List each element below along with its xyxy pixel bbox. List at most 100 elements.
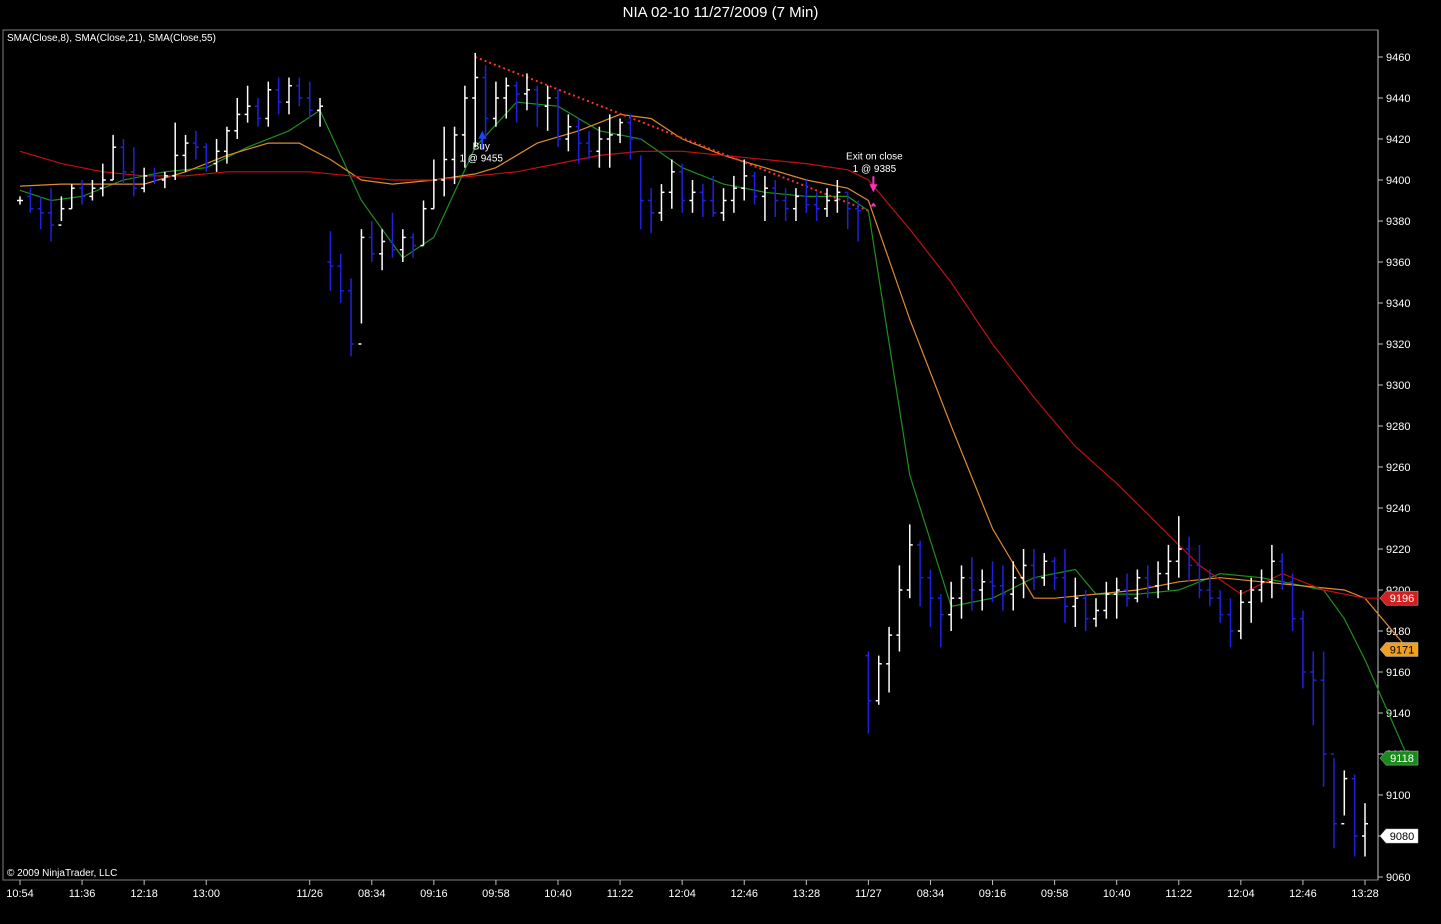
- ohlc-bar: [1010, 561, 1017, 611]
- x-tick-label: 11:22: [1165, 888, 1192, 900]
- price-marker: 9171: [1379, 642, 1419, 657]
- ohlc-bar: [689, 180, 696, 213]
- y-tick-label: 9160: [1386, 667, 1410, 679]
- y-tick-label: 9240: [1386, 503, 1410, 515]
- trade-annotation: Buy: [473, 141, 490, 152]
- ohlc-bar: [120, 139, 127, 185]
- exit-fill-icon: [870, 202, 877, 207]
- ohlc-bar: [751, 171, 758, 205]
- ohlc-bar: [1020, 549, 1027, 599]
- ohlc-bar: [637, 138, 644, 230]
- trade-annotation: Exit on close: [846, 152, 903, 163]
- price-marker: 9196: [1379, 590, 1419, 606]
- ohlc-bar: [792, 188, 799, 221]
- ohlc-bar: [679, 163, 686, 213]
- ohlc-bar: [348, 278, 355, 357]
- ohlc-bar: [534, 85, 541, 127]
- price-marker-label: 9080: [1390, 831, 1414, 843]
- ohlc-bar: [1237, 590, 1244, 640]
- ohlc-bar: [358, 229, 365, 345]
- ohlc-bar: [761, 175, 768, 221]
- ohlc-bar: [648, 188, 655, 234]
- ohlc-bar: [730, 175, 737, 213]
- ohlc-bar: [1289, 573, 1296, 631]
- x-tick-label: 13:00: [192, 888, 220, 900]
- ohlc-bar: [503, 77, 510, 119]
- ohlc-bar: [1320, 651, 1327, 787]
- price-chart[interactable]: 9460 9440 9420 9400 9380 9360 9340 9320 9300 9280…: [0, 0, 1441, 924]
- ohlc-bar: [130, 147, 137, 197]
- x-tick-label: 08:34: [917, 888, 945, 900]
- y-tick-label: 9380: [1386, 216, 1410, 228]
- ohlc-bar: [699, 184, 706, 217]
- ohlc-bar: [37, 196, 44, 230]
- ohlc-bar: [472, 52, 479, 148]
- ohlc-bar: [875, 655, 882, 705]
- ohlc-bar: [1351, 774, 1358, 857]
- ohlc-bar: [141, 167, 148, 193]
- y-tick-label: 9440: [1386, 93, 1410, 105]
- price-marker: 9118: [1379, 750, 1419, 766]
- ohlc-bar: [182, 134, 189, 172]
- ohlc-bar: [244, 85, 251, 123]
- ohlc-bar: [596, 126, 603, 168]
- y-tick-label: 9100: [1386, 790, 1410, 802]
- ohlc-bar: [254, 98, 261, 127]
- ohlc-bar: [1124, 573, 1131, 607]
- ohlc-bar: [523, 73, 530, 111]
- ohlc-bar: [265, 81, 272, 127]
- ohlc-bar: [306, 81, 313, 119]
- ohlc-bar: [1299, 610, 1306, 689]
- ohlc-bar: [286, 77, 292, 115]
- y-tick-label: 9300: [1386, 380, 1410, 392]
- ohlc-bar: [420, 200, 427, 247]
- ohlc-bar: [368, 221, 375, 262]
- ohlc-bar: [17, 196, 23, 205]
- ohlc-bar: [27, 188, 34, 213]
- ohlc-bar: [555, 89, 561, 148]
- x-tick-label: 09:16: [979, 888, 1007, 900]
- ohlc-bar: [492, 81, 499, 127]
- ohlc-bar: [482, 65, 489, 139]
- ohlc-bar: [410, 233, 417, 258]
- y-tick-label: 9460: [1386, 52, 1410, 64]
- y-tick-label: 9340: [1386, 298, 1410, 310]
- ohlc-bar: [917, 540, 924, 607]
- ohlc-bar: [1030, 549, 1037, 590]
- ohlc-bar: [1258, 569, 1265, 603]
- ohlc-bar: [1134, 569, 1141, 603]
- ohlc-bar: [389, 212, 396, 258]
- ohlc-bar: [544, 85, 551, 131]
- x-tick-label: 09:58: [482, 888, 510, 900]
- y-tick-label: 9320: [1386, 339, 1410, 351]
- price-marker-label: 9118: [1390, 753, 1414, 765]
- ohlc-bar: [617, 118, 624, 144]
- ohlc-bar: [161, 171, 168, 189]
- ohlc-bar: [1268, 544, 1275, 599]
- ohlc-bar: [99, 163, 106, 197]
- ohlc-bar: [1093, 598, 1099, 627]
- ohlc-bar: [1341, 770, 1348, 825]
- ohlc-bar: [327, 231, 334, 291]
- y-tick-label: 9420: [1386, 134, 1410, 146]
- ohlc-bar: [451, 126, 458, 185]
- price-marker: 9080: [1379, 828, 1419, 844]
- ohlc-bar: [1217, 590, 1224, 623]
- y-tick-label: 9280: [1386, 421, 1410, 433]
- ohlc-bar: [1113, 577, 1120, 619]
- ohlc-bar: [48, 188, 55, 242]
- ohlc-bar: [668, 159, 675, 209]
- ohlc-bar: [1186, 536, 1193, 582]
- ohlc-bar: [296, 77, 303, 107]
- ohlc-bar: [658, 184, 665, 221]
- ohlc-bar: [937, 594, 944, 648]
- x-tick-label: 12:04: [1227, 888, 1255, 900]
- x-tick-label: 09:16: [420, 888, 448, 900]
- ohlc-bar: [958, 565, 965, 619]
- ohlc-bar: [906, 524, 913, 599]
- y-tick-label: 9220: [1386, 544, 1410, 556]
- ohlc-bar: [213, 139, 220, 172]
- ohlc-bar: [896, 565, 903, 652]
- ohlc-bar: [441, 126, 448, 197]
- ohlc-bar: [1248, 577, 1255, 623]
